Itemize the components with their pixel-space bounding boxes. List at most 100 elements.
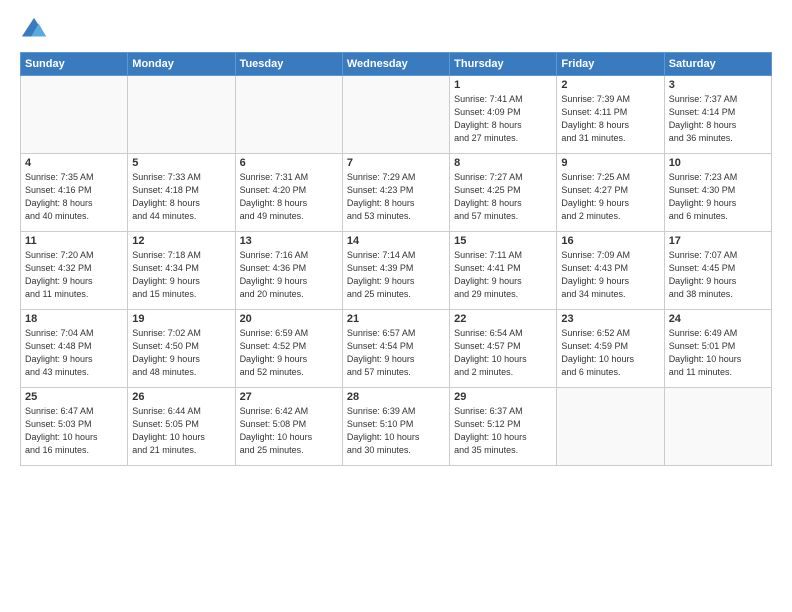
day-detail: Sunrise: 7:37 AM Sunset: 4:14 PM Dayligh…: [669, 93, 767, 145]
calendar-cell: 2 Sunrise: 7:39 AM Sunset: 4:11 PM Daylig…: [557, 76, 664, 154]
day-number: 12: [132, 235, 230, 247]
day-number: 10: [669, 157, 767, 169]
calendar-cell: 24 Sunrise: 6:49 AM Sunset: 5:01 PM Dayli…: [664, 310, 771, 388]
day-detail: Sunrise: 6:47 AM Sunset: 5:03 PM Dayligh…: [25, 405, 123, 457]
day-number: 1: [454, 79, 552, 91]
day-detail: Sunrise: 7:25 AM Sunset: 4:27 PM Dayligh…: [561, 171, 659, 223]
weekday-header-saturday: Saturday: [664, 53, 771, 76]
day-detail: Sunrise: 7:27 AM Sunset: 4:25 PM Dayligh…: [454, 171, 552, 223]
day-detail: Sunrise: 6:44 AM Sunset: 5:05 PM Dayligh…: [132, 405, 230, 457]
weekday-header-tuesday: Tuesday: [235, 53, 342, 76]
day-detail: Sunrise: 7:20 AM Sunset: 4:32 PM Dayligh…: [25, 249, 123, 301]
calendar-cell: 28Sunrise: 6:39 AM Sunset: 5:10 PM Dayli…: [342, 388, 449, 466]
page: SundayMondayTuesdayWednesdayThursdayFrid…: [0, 0, 792, 612]
calendar-cell: [128, 76, 235, 154]
day-number: 19: [132, 313, 230, 325]
calendar-cell: 16Sunrise: 7:09 AM Sunset: 4:43 PM Dayli…: [557, 232, 664, 310]
day-detail: Sunrise: 7:02 AM Sunset: 4:50 PM Dayligh…: [132, 327, 230, 379]
day-detail: Sunrise: 7:23 AM Sunset: 4:30 PM Dayligh…: [669, 171, 767, 223]
weekday-header-friday: Friday: [557, 53, 664, 76]
day-number: 27: [240, 391, 338, 403]
calendar-cell: 6 Sunrise: 7:31 AM Sunset: 4:20 PM Daylig…: [235, 154, 342, 232]
calendar-week-1: 4 Sunrise: 7:35 AM Sunset: 4:16 PM Daylig…: [21, 154, 772, 232]
day-number: 26: [132, 391, 230, 403]
day-number: 9: [561, 157, 659, 169]
calendar-cell: 10 Sunrise: 7:23 AM Sunset: 4:30 PM Dayli…: [664, 154, 771, 232]
day-number: 4: [25, 157, 123, 169]
day-number: 3: [669, 79, 767, 91]
calendar-cell: 14Sunrise: 7:14 AM Sunset: 4:39 PM Dayli…: [342, 232, 449, 310]
calendar-cell: [342, 76, 449, 154]
day-detail: Sunrise: 7:41 AM Sunset: 4:09 PM Dayligh…: [454, 93, 552, 145]
day-number: 15: [454, 235, 552, 247]
calendar-week-0: 1 Sunrise: 7:41 AM Sunset: 4:09 PM Daylig…: [21, 76, 772, 154]
calendar-cell: [235, 76, 342, 154]
day-detail: Sunrise: 6:49 AM Sunset: 5:01 PM Dayligh…: [669, 327, 767, 379]
day-number: 16: [561, 235, 659, 247]
day-number: 2: [561, 79, 659, 91]
day-detail: Sunrise: 6:54 AM Sunset: 4:57 PM Dayligh…: [454, 327, 552, 379]
day-number: 20: [240, 313, 338, 325]
calendar-cell: 26 Sunrise: 6:44 AM Sunset: 5:05 PM Dayli…: [128, 388, 235, 466]
weekday-header-row: SundayMondayTuesdayWednesdayThursdayFrid…: [21, 53, 772, 76]
day-number: 21: [347, 313, 445, 325]
day-detail: Sunrise: 6:39 AM Sunset: 5:10 PM Dayligh…: [347, 405, 445, 457]
calendar-cell: 25Sunrise: 6:47 AM Sunset: 5:03 PM Dayli…: [21, 388, 128, 466]
calendar-table: SundayMondayTuesdayWednesdayThursdayFrid…: [20, 52, 772, 466]
calendar-cell: 12 Sunrise: 7:18 AM Sunset: 4:34 PM Dayli…: [128, 232, 235, 310]
logo: [20, 16, 52, 44]
day-detail: Sunrise: 6:57 AM Sunset: 4:54 PM Dayligh…: [347, 327, 445, 379]
day-number: 23: [561, 313, 659, 325]
day-detail: Sunrise: 7:33 AM Sunset: 4:18 PM Dayligh…: [132, 171, 230, 223]
day-detail: Sunrise: 6:52 AM Sunset: 4:59 PM Dayligh…: [561, 327, 659, 379]
calendar-cell: 17Sunrise: 7:07 AM Sunset: 4:45 PM Dayli…: [664, 232, 771, 310]
day-number: 29: [454, 391, 552, 403]
calendar-cell: 15 Sunrise: 7:11 AM Sunset: 4:41 PM Dayli…: [450, 232, 557, 310]
day-number: 11: [25, 235, 123, 247]
day-detail: Sunrise: 7:31 AM Sunset: 4:20 PM Dayligh…: [240, 171, 338, 223]
calendar-cell: 20 Sunrise: 6:59 AM Sunset: 4:52 PM Dayli…: [235, 310, 342, 388]
weekday-header-monday: Monday: [128, 53, 235, 76]
day-detail: Sunrise: 7:07 AM Sunset: 4:45 PM Dayligh…: [669, 249, 767, 301]
calendar-cell: 27 Sunrise: 6:42 AM Sunset: 5:08 PM Dayli…: [235, 388, 342, 466]
day-number: 13: [240, 235, 338, 247]
day-detail: Sunrise: 6:42 AM Sunset: 5:08 PM Dayligh…: [240, 405, 338, 457]
day-detail: Sunrise: 7:14 AM Sunset: 4:39 PM Dayligh…: [347, 249, 445, 301]
header: [20, 16, 772, 44]
calendar-cell: 19 Sunrise: 7:02 AM Sunset: 4:50 PM Dayli…: [128, 310, 235, 388]
calendar-cell: 18Sunrise: 7:04 AM Sunset: 4:48 PM Dayli…: [21, 310, 128, 388]
day-detail: Sunrise: 7:35 AM Sunset: 4:16 PM Dayligh…: [25, 171, 123, 223]
day-detail: Sunrise: 7:39 AM Sunset: 4:11 PM Dayligh…: [561, 93, 659, 145]
day-number: 22: [454, 313, 552, 325]
day-detail: Sunrise: 7:16 AM Sunset: 4:36 PM Dayligh…: [240, 249, 338, 301]
calendar-week-2: 11 Sunrise: 7:20 AM Sunset: 4:32 PM Dayli…: [21, 232, 772, 310]
day-number: 5: [132, 157, 230, 169]
calendar-week-4: 25Sunrise: 6:47 AM Sunset: 5:03 PM Dayli…: [21, 388, 772, 466]
calendar-cell: 8 Sunrise: 7:27 AM Sunset: 4:25 PM Daylig…: [450, 154, 557, 232]
calendar-cell: 1 Sunrise: 7:41 AM Sunset: 4:09 PM Daylig…: [450, 76, 557, 154]
day-detail: Sunrise: 7:29 AM Sunset: 4:23 PM Dayligh…: [347, 171, 445, 223]
calendar-cell: 9 Sunrise: 7:25 AM Sunset: 4:27 PM Daylig…: [557, 154, 664, 232]
calendar-cell: 11 Sunrise: 7:20 AM Sunset: 4:32 PM Dayli…: [21, 232, 128, 310]
calendar-cell: 5 Sunrise: 7:33 AM Sunset: 4:18 PM Daylig…: [128, 154, 235, 232]
calendar-cell: 22 Sunrise: 6:54 AM Sunset: 4:57 PM Dayli…: [450, 310, 557, 388]
calendar-cell: [557, 388, 664, 466]
weekday-header-sunday: Sunday: [21, 53, 128, 76]
day-number: 8: [454, 157, 552, 169]
calendar-cell: 13 Sunrise: 7:16 AM Sunset: 4:36 PM Dayli…: [235, 232, 342, 310]
weekday-header-thursday: Thursday: [450, 53, 557, 76]
day-detail: Sunrise: 6:37 AM Sunset: 5:12 PM Dayligh…: [454, 405, 552, 457]
calendar-cell: 7Sunrise: 7:29 AM Sunset: 4:23 PM Daylig…: [342, 154, 449, 232]
day-number: 6: [240, 157, 338, 169]
calendar-cell: 23 Sunrise: 6:52 AM Sunset: 4:59 PM Dayli…: [557, 310, 664, 388]
calendar-cell: 21 Sunrise: 6:57 AM Sunset: 4:54 PM Dayli…: [342, 310, 449, 388]
calendar-week-3: 18Sunrise: 7:04 AM Sunset: 4:48 PM Dayli…: [21, 310, 772, 388]
calendar-cell: 4 Sunrise: 7:35 AM Sunset: 4:16 PM Daylig…: [21, 154, 128, 232]
day-detail: Sunrise: 6:59 AM Sunset: 4:52 PM Dayligh…: [240, 327, 338, 379]
day-detail: Sunrise: 7:11 AM Sunset: 4:41 PM Dayligh…: [454, 249, 552, 301]
day-detail: Sunrise: 7:04 AM Sunset: 4:48 PM Dayligh…: [25, 327, 123, 379]
weekday-header-wednesday: Wednesday: [342, 53, 449, 76]
day-detail: Sunrise: 7:18 AM Sunset: 4:34 PM Dayligh…: [132, 249, 230, 301]
day-number: 24: [669, 313, 767, 325]
calendar-cell: 29 Sunrise: 6:37 AM Sunset: 5:12 PM Dayli…: [450, 388, 557, 466]
